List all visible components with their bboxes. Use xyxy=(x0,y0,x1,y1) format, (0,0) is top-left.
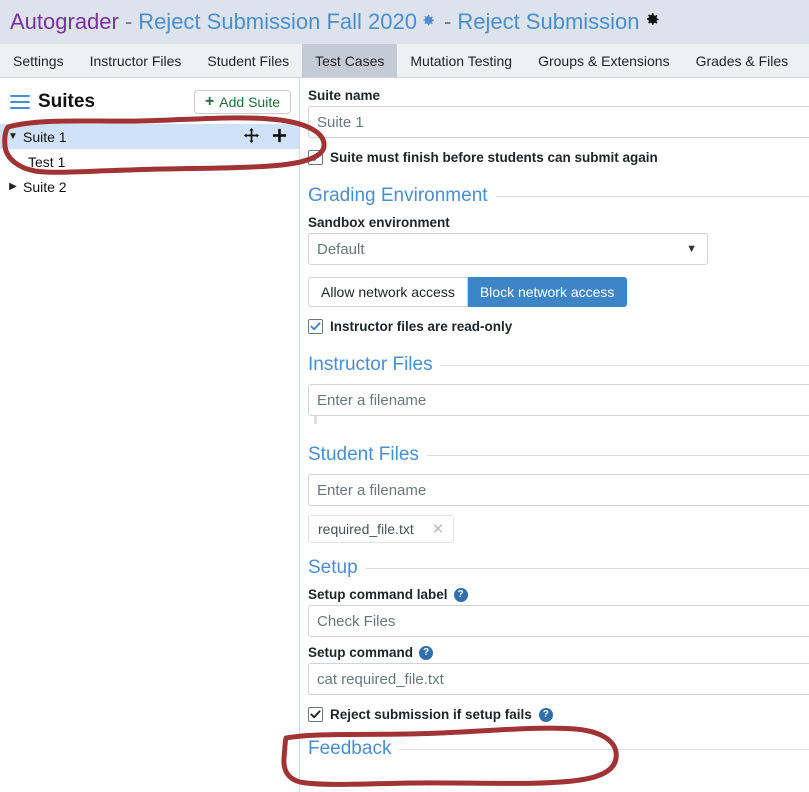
section-divider xyxy=(426,454,809,456)
student-files-chip-list: required_file.txt ✕ xyxy=(308,506,809,543)
sandbox-environment-label: Sandbox environment xyxy=(308,215,450,230)
section-divider xyxy=(440,364,809,366)
suites-sidebar: Suites + Add Suite ▼ Suite 1 Test 1 ▶ Suite … xyxy=(0,78,300,792)
suites-header: Suites + Add Suite xyxy=(0,86,299,118)
app-name-link[interactable]: Autograder xyxy=(10,9,119,35)
tree-suite-row[interactable]: ▼ Suite 1 xyxy=(0,124,299,149)
setup-command-input[interactable]: cat required_file.txt xyxy=(308,663,809,695)
help-icon[interactable]: ? xyxy=(453,587,468,602)
suite-settings-panel: Suite name Suite 1 Suite must finish bef… xyxy=(300,78,809,792)
add-suite-label: Add Suite xyxy=(219,94,280,110)
reject-submission-checkbox[interactable] xyxy=(308,707,323,722)
student-files-title: Student Files xyxy=(308,444,419,465)
setup-title: Setup xyxy=(308,557,358,578)
instructor-files-placeholder: Enter a filename xyxy=(317,391,427,409)
suite-name-label: Suite name xyxy=(308,88,381,103)
setup-section-header: Setup xyxy=(308,557,809,579)
suite-row-actions xyxy=(244,127,299,146)
student-files-input[interactable]: Enter a filename xyxy=(308,474,809,506)
section-divider xyxy=(399,748,809,750)
instructor-files-title: Instructor Files xyxy=(308,354,433,375)
project-gear-icon[interactable] xyxy=(642,9,661,35)
reject-submission-label: Reject submission if setup fails xyxy=(330,707,532,722)
tab-grades-files[interactable]: Grades & Files xyxy=(683,44,802,77)
section-divider xyxy=(495,195,809,197)
instructor-files-section-header: Instructor Files xyxy=(308,354,809,376)
app-header: Autograder - Reject Submission Fall 2020… xyxy=(0,0,809,44)
tab-settings[interactable]: Settings xyxy=(0,44,77,77)
sandbox-environment-select[interactable]: Default ▼ xyxy=(308,233,708,265)
chevron-down-icon: ▼ xyxy=(686,243,697,255)
tree-test-row[interactable]: Test 1 xyxy=(0,149,299,174)
sandbox-environment-value: Default xyxy=(317,240,365,258)
instructor-files-input[interactable]: Enter a filename xyxy=(308,384,809,416)
tab-student-files[interactable]: Student Files xyxy=(194,44,302,77)
setup-command-label-text: Setup command label xyxy=(308,587,448,602)
allow-network-access-button[interactable]: Allow network access xyxy=(308,277,468,307)
autograder-page: Autograder - Reject Submission Fall 2020… xyxy=(0,0,809,792)
setup-command-text: Setup command xyxy=(308,645,414,660)
project-link[interactable]: Reject Submission xyxy=(457,9,639,35)
must-finish-row: Suite must finish before students can su… xyxy=(308,150,809,165)
course-gear-icon[interactable] xyxy=(419,9,436,35)
tab-rerun[interactable]: Rerun xyxy=(801,44,809,77)
title-separator-1: - xyxy=(124,9,133,34)
suites-title: Suites xyxy=(38,91,96,112)
grading-environment-title: Grading Environment xyxy=(308,185,488,206)
setup-command-label-input[interactable]: Check Files xyxy=(308,605,809,637)
tab-groups-extensions[interactable]: Groups & Extensions xyxy=(525,44,683,77)
suite-name-input[interactable]: Suite 1 xyxy=(308,106,809,138)
network-access-toggle-group: Allow network access Block network acces… xyxy=(308,277,809,307)
section-divider xyxy=(365,567,809,569)
course-link[interactable]: Reject Submission Fall 2020 xyxy=(138,9,417,35)
student-file-chip: required_file.txt ✕ xyxy=(308,515,455,543)
must-finish-label: Suite must finish before students can su… xyxy=(330,150,658,165)
instructor-files-read-only-label: Instructor files are read-only xyxy=(330,319,513,334)
plus-icon: + xyxy=(204,93,215,110)
add-suite-button[interactable]: + Add Suite xyxy=(193,90,291,114)
block-network-access-button[interactable]: Block network access xyxy=(467,277,628,307)
move-arrows-icon[interactable] xyxy=(244,127,259,146)
add-test-plus-icon[interactable] xyxy=(272,128,287,146)
student-files-placeholder: Enter a filename xyxy=(317,481,427,499)
tab-instructor-files[interactable]: Instructor Files xyxy=(77,44,195,77)
setup-command-label: Setup command ? xyxy=(308,645,809,660)
body-split: Suites + Add Suite ▼ Suite 1 Test 1 ▶ Suite … xyxy=(0,78,809,792)
instructor-files-read-only-row: Instructor files are read-only xyxy=(308,319,809,334)
main-tab-bar: Settings Instructor Files Student Files Tes… xyxy=(0,44,809,78)
close-icon[interactable]: ✕ xyxy=(432,522,445,537)
grading-environment-section-header: Grading Environment xyxy=(308,185,809,207)
instructor-files-chip-area xyxy=(314,416,317,424)
suites-tree: ▼ Suite 1 Test 1 ▶ Suite 2 xyxy=(0,124,299,199)
setup-command-label-label: Setup command label ? xyxy=(308,587,809,602)
tree-suite-label: Suite 1 xyxy=(23,128,67,145)
student-file-chip-label: required_file.txt xyxy=(318,521,414,537)
tab-mutation-testing[interactable]: Mutation Testing xyxy=(397,44,525,77)
tab-test-cases[interactable]: Test Cases xyxy=(302,44,398,77)
instructor-files-read-only-checkbox[interactable] xyxy=(308,319,323,334)
caret-down-icon[interactable]: ▼ xyxy=(6,131,20,142)
help-icon[interactable]: ? xyxy=(538,707,553,722)
help-icon[interactable]: ? xyxy=(419,645,434,660)
feedback-section-header: Feedback xyxy=(308,738,809,760)
caret-right-icon[interactable]: ▶ xyxy=(6,181,20,192)
tree-suite-row[interactable]: ▶ Suite 2 xyxy=(0,174,299,199)
hamburger-icon[interactable] xyxy=(10,95,30,109)
reject-submission-row: Reject submission if setup fails ? xyxy=(308,707,809,722)
tree-suite-label: Suite 2 xyxy=(23,178,67,195)
feedback-title: Feedback xyxy=(308,738,392,759)
student-files-section-header: Student Files xyxy=(308,444,809,466)
must-finish-checkbox[interactable] xyxy=(308,150,323,165)
title-separator-2: - xyxy=(444,9,452,34)
